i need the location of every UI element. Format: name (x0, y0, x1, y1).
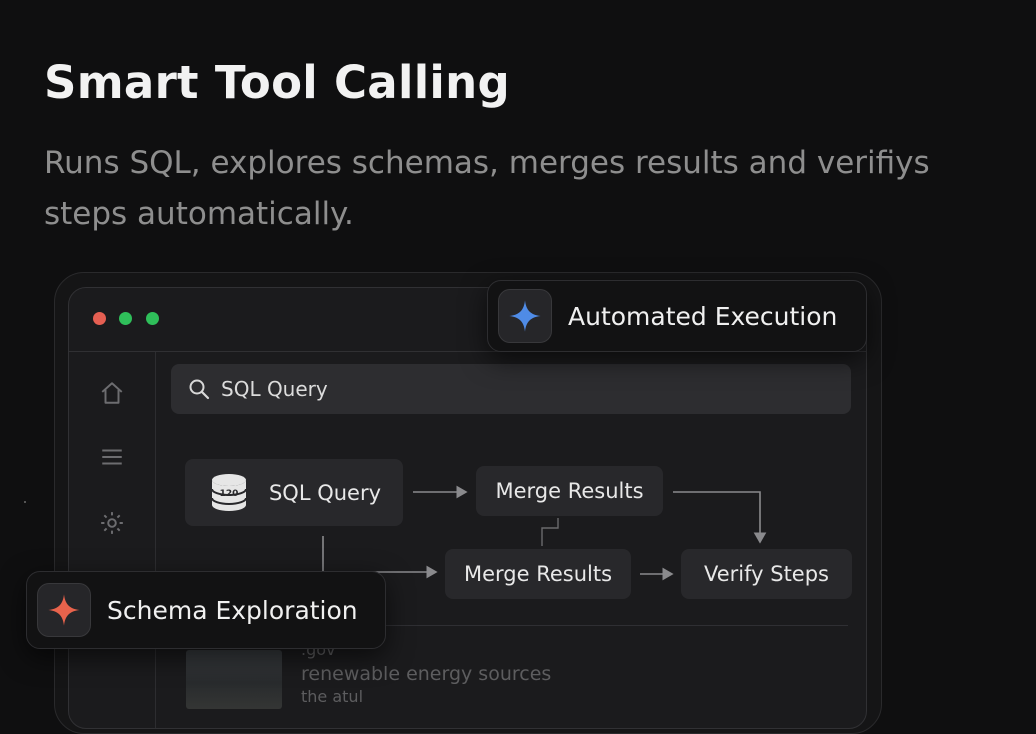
merge-results-node-bottom[interactable]: Merge Results (445, 549, 631, 599)
result-snippet: the atul (301, 687, 364, 706)
automated-execution-badge: Automated Execution (487, 280, 867, 352)
automated-execution-label: Automated Execution (568, 301, 838, 331)
badge-icon-box (37, 583, 91, 637)
verify-steps-label: Verify Steps (703, 562, 829, 586)
sql-query-node-label: SQL Query (268, 480, 382, 505)
schema-exploration-label: Schema Exploration (107, 595, 358, 625)
merge-results-label: Merge Results (463, 562, 613, 586)
sparkle-icon (48, 594, 80, 626)
svg-text:120: 120 (220, 489, 239, 499)
schema-exploration-badge: Schema Exploration (26, 571, 386, 649)
connector-merge-link (541, 518, 559, 546)
arrow-merge-to-verify (673, 491, 767, 544)
sparkle-icon (509, 300, 541, 332)
arrow-sql-to-merge-bottom (322, 536, 438, 579)
database-icon: 120 (210, 473, 247, 511)
result-thumbnail[interactable] (186, 650, 282, 709)
merge-results-node-top[interactable]: Merge Results (476, 466, 663, 516)
merge-results-label: Merge Results (495, 479, 644, 503)
sql-query-node[interactable]: 120 SQL Query (185, 459, 403, 526)
result-title[interactable]: renewable energy sources (301, 663, 551, 685)
badge-icon-box (498, 289, 552, 343)
verify-steps-node[interactable]: Verify Steps (681, 549, 852, 599)
